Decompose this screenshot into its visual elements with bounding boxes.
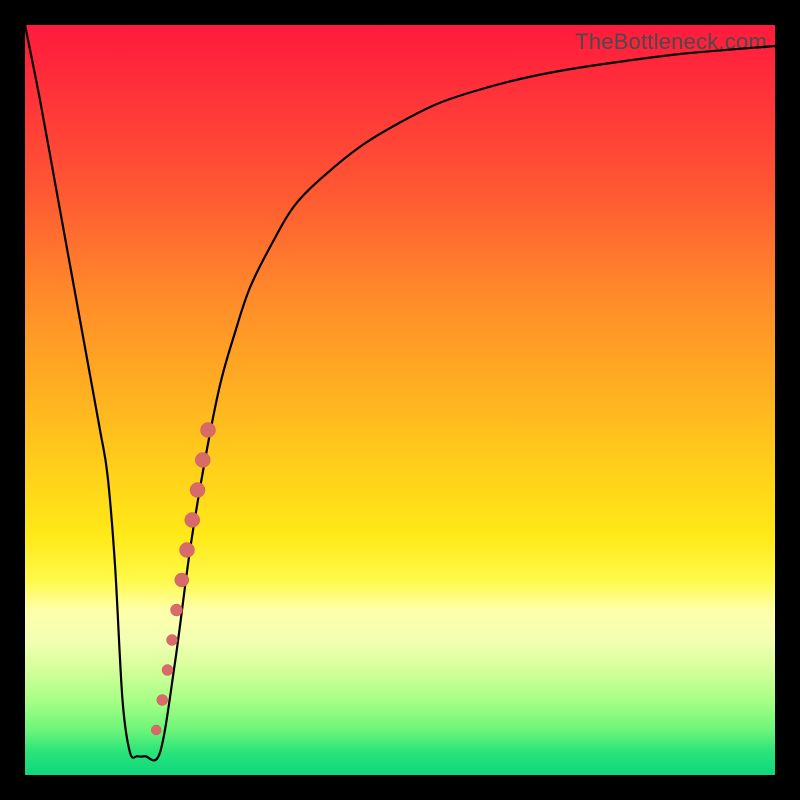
bottleneck-curve: [25, 25, 775, 760]
highlight-dots-group: [151, 423, 215, 736]
chart-frame: TheBottleneck.com: [0, 0, 800, 800]
chart-svg: [25, 25, 775, 775]
highlight-dot: [171, 604, 183, 616]
highlight-dot: [167, 635, 178, 646]
highlight-dot: [201, 423, 216, 438]
highlight-dot: [195, 453, 210, 468]
highlight-dot: [190, 483, 205, 498]
highlight-dot: [180, 543, 195, 558]
highlight-dot: [162, 665, 173, 676]
plot-area: TheBottleneck.com: [25, 25, 775, 775]
highlight-dot: [185, 513, 200, 528]
highlight-dot: [157, 695, 168, 706]
highlight-dot: [151, 725, 161, 735]
highlight-dot: [175, 573, 189, 587]
